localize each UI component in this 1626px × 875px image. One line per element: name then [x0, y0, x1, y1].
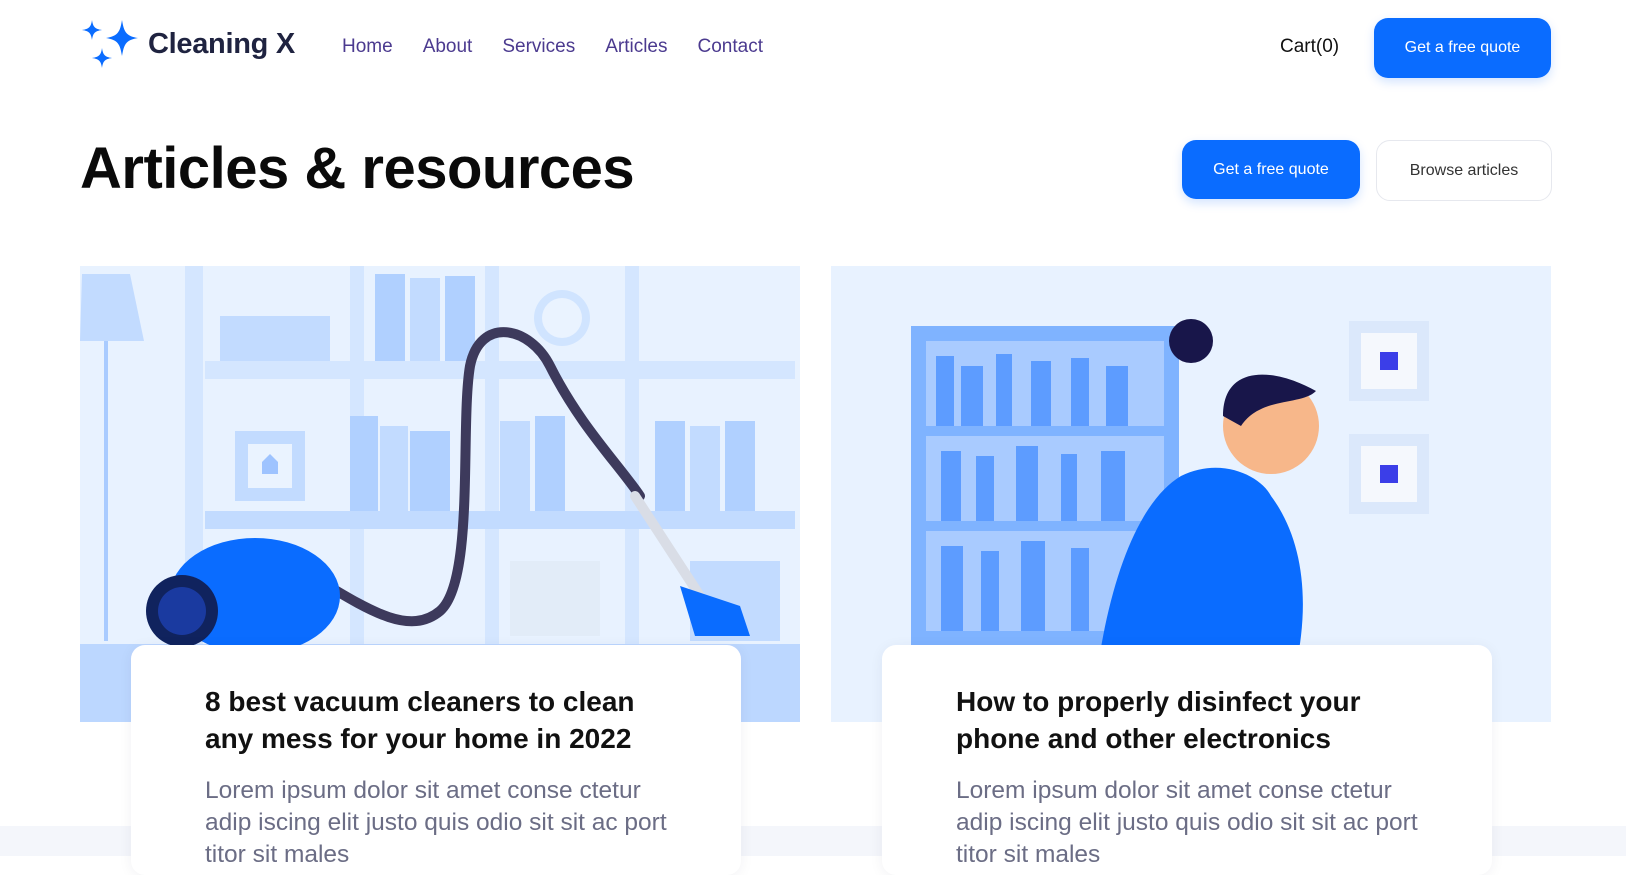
main-nav: Home About Services Articles Contact: [342, 36, 763, 58]
article-card-disinfect[interactable]: How to properly disinfect your phone and…: [882, 645, 1492, 875]
nav-link-home[interactable]: Home: [342, 36, 393, 58]
logo[interactable]: Cleaning X: [80, 18, 295, 70]
nav-link-articles[interactable]: Articles: [605, 36, 667, 58]
page-title: Articles & resources: [80, 136, 635, 201]
article-card-vacuum[interactable]: 8 best vacuum cleaners to clean any mess…: [131, 645, 741, 875]
cart-link[interactable]: Cart(0): [1280, 36, 1339, 58]
sparkles-icon: [82, 20, 138, 68]
brand-name: Cleaning X: [148, 27, 295, 60]
article-excerpt: Lorem ipsum dolor sit amet conse ctetur …: [956, 777, 1418, 868]
hero-quote-button[interactable]: Get a free quote: [1182, 140, 1360, 199]
article-excerpt: Lorem ipsum dolor sit amet conse ctetur …: [205, 777, 667, 868]
browse-articles-button[interactable]: Browse articles: [1376, 140, 1552, 201]
article-title[interactable]: How to properly disinfect your phone and…: [956, 683, 1426, 757]
article-title[interactable]: 8 best vacuum cleaners to clean any mess…: [205, 683, 675, 757]
nav-link-services[interactable]: Services: [502, 36, 575, 58]
header-quote-button[interactable]: Get a free quote: [1374, 18, 1551, 78]
nav-link-contact[interactable]: Contact: [698, 36, 763, 58]
nav-link-about[interactable]: About: [423, 36, 473, 58]
site-header: Cleaning X Home About Services Articles …: [0, 0, 1626, 96]
